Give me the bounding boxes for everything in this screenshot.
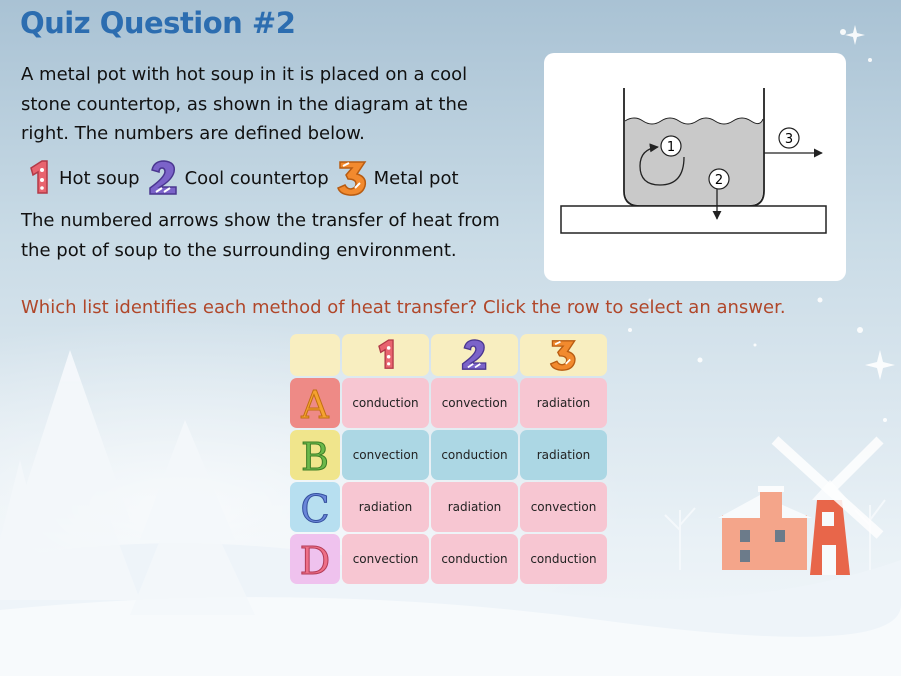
number-one-icon bbox=[377, 339, 394, 369]
legend-item-cool-countertop: Cool countertop bbox=[146, 158, 333, 198]
number-two-icon bbox=[148, 160, 177, 195]
legend-label: Cool countertop bbox=[184, 167, 329, 189]
answer-c-2[interactable]: radiation bbox=[431, 482, 518, 532]
header-2 bbox=[431, 334, 518, 376]
heat-transfer-diagram: 1 2 3 bbox=[544, 53, 846, 281]
answer-b-2[interactable]: conduction bbox=[431, 430, 518, 480]
countertop-rect bbox=[560, 205, 827, 234]
label-3: 3 bbox=[785, 132, 793, 147]
answer-table: A conduction convection radiation B conv… bbox=[290, 334, 607, 584]
page-title: Quiz Question #2 bbox=[20, 6, 296, 40]
letter-c-cell[interactable]: C bbox=[290, 482, 340, 532]
answer-d-3[interactable]: conduction bbox=[520, 534, 607, 584]
answer-d-2[interactable]: conduction bbox=[431, 534, 518, 584]
answer-c-3[interactable]: convection bbox=[520, 482, 607, 532]
letter-a-icon: A bbox=[300, 383, 330, 427]
number-one-icon bbox=[30, 160, 48, 194]
letter-d-icon: D bbox=[299, 539, 330, 583]
legend-item-hot-soup: Hot soup bbox=[22, 158, 144, 198]
letter-a-cell[interactable]: A bbox=[290, 378, 340, 428]
answer-a-1[interactable]: conduction bbox=[342, 378, 429, 428]
pot-diagram: 1 2 3 bbox=[560, 88, 827, 234]
legend: Hot soup Cool countertop Metal pot bbox=[22, 158, 465, 198]
letter-b-cell[interactable]: B bbox=[290, 430, 340, 480]
legend-item-metal-pot: Metal pot bbox=[335, 158, 463, 198]
legend-label: Metal pot bbox=[373, 167, 459, 189]
intro-text: A metal pot with hot soup in it is place… bbox=[21, 64, 468, 144]
answer-a-3[interactable]: radiation bbox=[520, 378, 607, 428]
answer-b-3[interactable]: radiation bbox=[520, 430, 607, 480]
letter-d-cell[interactable]: D bbox=[290, 534, 340, 584]
answer-d-1[interactable]: convection bbox=[342, 534, 429, 584]
svg-text:B: B bbox=[301, 435, 329, 478]
header-corner bbox=[290, 334, 340, 376]
explanation-text: The numbered arrows show the transfer of… bbox=[21, 210, 500, 261]
number-three-icon bbox=[549, 340, 576, 371]
header-1 bbox=[342, 334, 429, 376]
svg-text:A: A bbox=[300, 383, 329, 426]
answer-b-1[interactable]: convection bbox=[342, 430, 429, 480]
svg-text:D: D bbox=[300, 539, 330, 582]
legend-label: Hot soup bbox=[59, 167, 140, 189]
answer-c-1[interactable]: radiation bbox=[342, 482, 429, 532]
answer-a-2[interactable]: convection bbox=[431, 378, 518, 428]
number-three-icon bbox=[336, 161, 367, 196]
label-2: 2 bbox=[715, 173, 723, 188]
header-3 bbox=[520, 334, 607, 376]
number-two-icon bbox=[461, 339, 486, 370]
letter-c-icon: C bbox=[300, 487, 330, 531]
question-text: Which list identifies each method of hea… bbox=[21, 297, 786, 318]
label-1: 1 bbox=[667, 140, 675, 155]
svg-text:C: C bbox=[300, 487, 329, 530]
letter-b-icon: B bbox=[301, 435, 330, 479]
